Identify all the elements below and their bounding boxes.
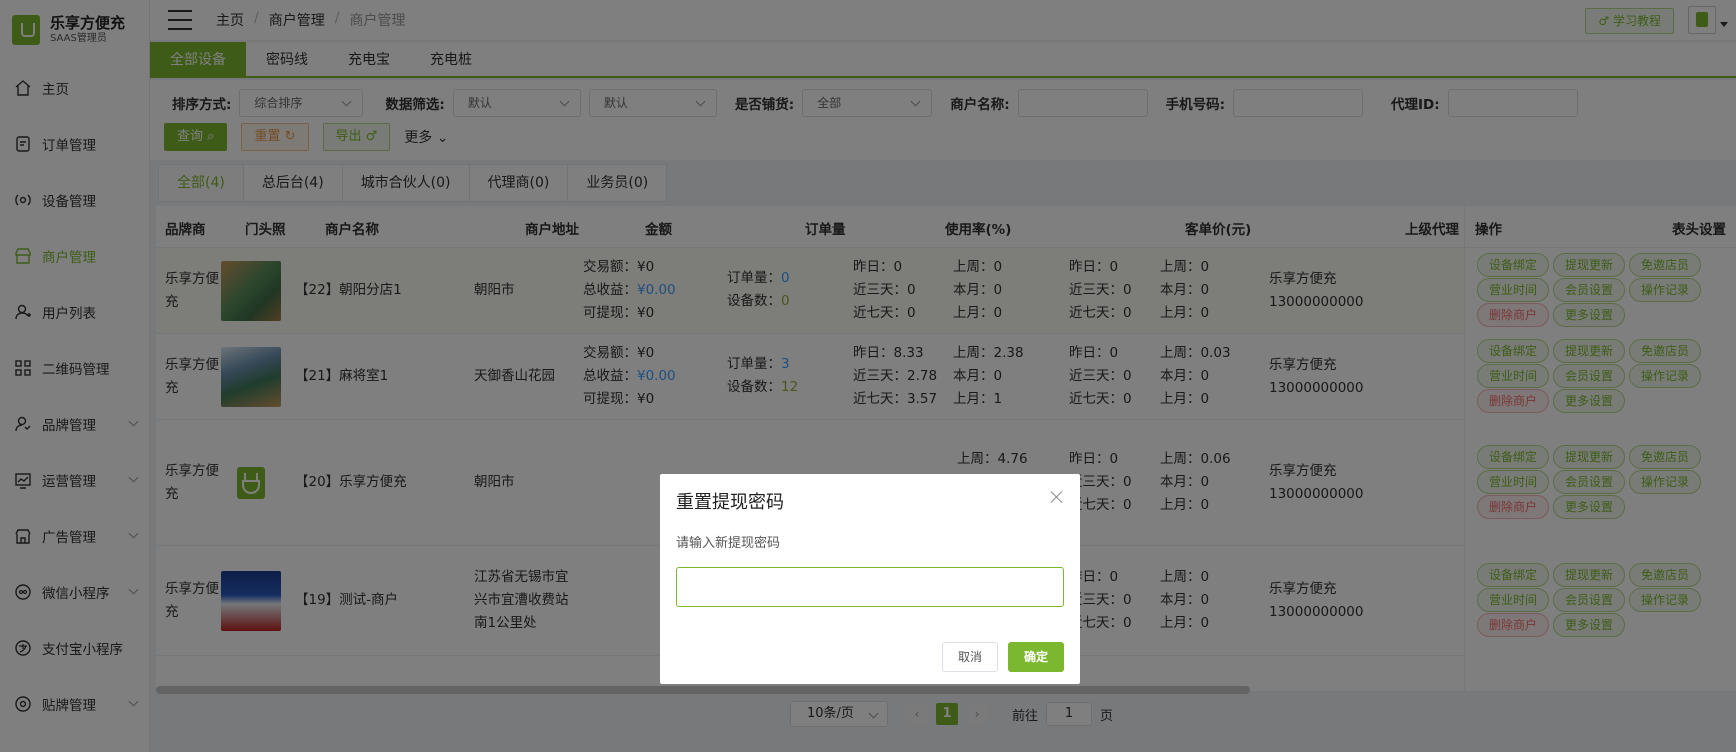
cancel-button[interactable]: 取消 — [942, 642, 998, 672]
new-password-input[interactable] — [676, 567, 1064, 607]
confirm-button[interactable]: 确定 — [1008, 642, 1064, 672]
dialog-label: 请输入新提现密码 — [676, 536, 781, 551]
reset-withdraw-password-dialog: 重置提现密码 请输入新提现密码 取消 确定 — [660, 474, 1080, 684]
dialog-title: 重置提现密码 — [676, 492, 784, 513]
close-icon[interactable] — [1050, 490, 1064, 504]
